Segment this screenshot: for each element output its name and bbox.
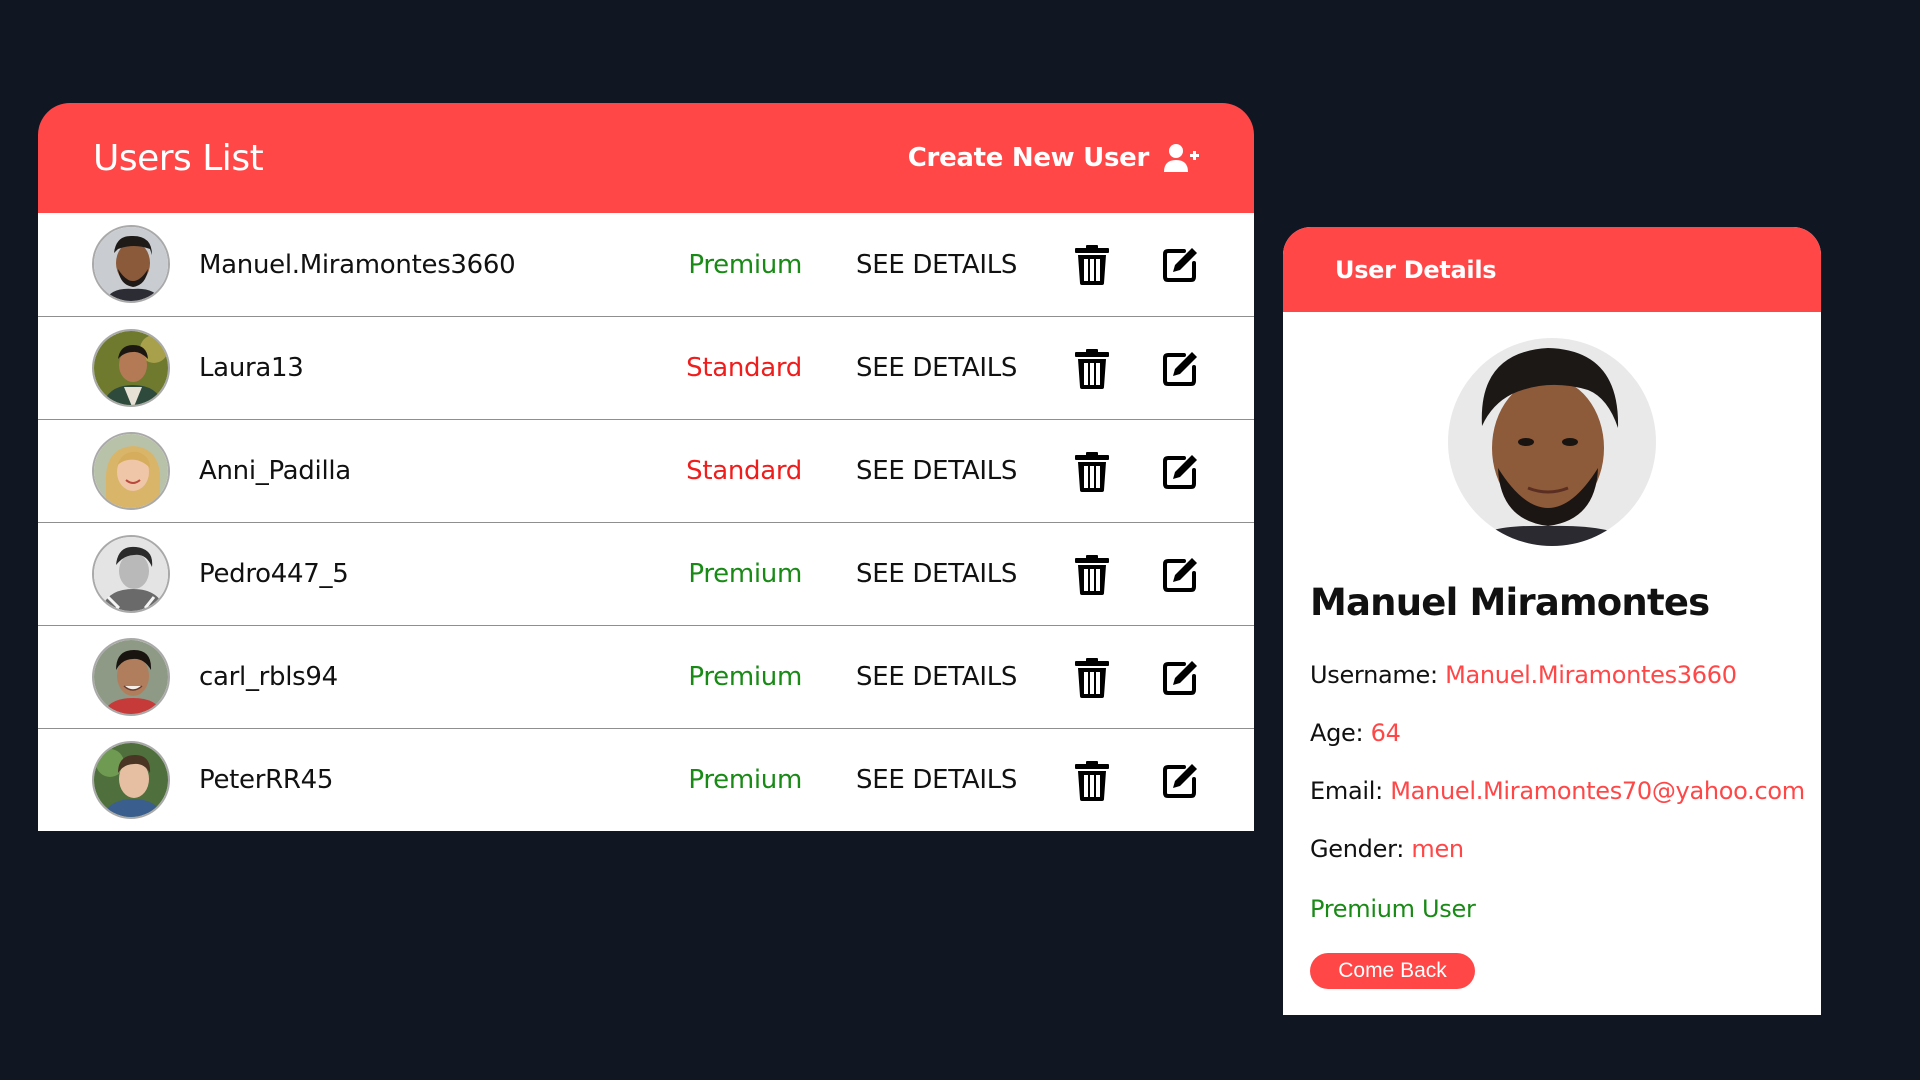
create-user-label: Create New User [907,143,1150,173]
users-list-header: Users List Create New User [38,103,1254,213]
see-details-button[interactable]: SEE DETAILS [856,353,1017,383]
see-details-button[interactable]: SEE DETAILS [856,559,1017,589]
username: Anni_Padilla [199,456,351,486]
edit-icon[interactable] [1162,245,1200,283]
email-label: Email: [1310,777,1383,805]
detail-username: Username: Manuel.Miramontes3660 [1310,661,1737,689]
detail-gender: Gender: men [1310,835,1464,863]
table-row: carl_rbls94 Premium SEE DETAILS [38,625,1254,728]
age-value: 64 [1370,719,1401,747]
edit-icon[interactable] [1162,761,1200,799]
table-row: PeterRR45 Premium SEE DETAILS [38,728,1254,831]
age-label: Age: [1310,719,1364,747]
trash-icon[interactable] [1074,555,1110,595]
detail-age: Age: 64 [1310,719,1401,747]
table-row: Laura13 Standard SEE DETAILS [38,316,1254,419]
gender-value: men [1411,835,1464,863]
create-new-user-button[interactable]: Create New User [908,143,1199,173]
profile-photo [1448,338,1656,546]
user-details-panel: User Details Manuel Miramontes Username:… [1283,227,1821,1015]
username: carl_rbls94 [199,662,338,692]
users-list-panel: Users List Create New User Manuel.Miramo… [38,103,1254,831]
username: Manuel.Miramontes3660 [199,249,516,280]
plan-badge: Standard [686,353,802,383]
plan-badge: Premium [688,249,802,280]
username-label: Username: [1310,661,1438,689]
see-details-button[interactable]: SEE DETAILS [856,765,1017,795]
edit-icon[interactable] [1162,658,1200,696]
status-badge: Premium User [1310,895,1476,923]
avatar [92,432,170,510]
table-row: Anni_Padilla Standard SEE DETAILS [38,419,1254,522]
users-list: Manuel.Miramontes3660 Premium SEE DETAIL… [38,213,1254,831]
avatar [92,638,170,716]
edit-icon[interactable] [1162,452,1200,490]
plan-badge: Premium [688,662,802,692]
trash-icon[interactable] [1074,349,1110,389]
see-details-button[interactable]: SEE DETAILS [856,662,1017,692]
user-full-name: Manuel Miramontes [1310,581,1710,624]
trash-icon[interactable] [1074,452,1110,492]
trash-icon[interactable] [1074,658,1110,698]
trash-icon[interactable] [1074,761,1110,801]
table-row: Manuel.Miramontes3660 Premium SEE DETAIL… [38,213,1254,316]
avatar [92,225,170,303]
username-value: Manuel.Miramontes3660 [1445,661,1737,689]
username: PeterRR45 [199,765,334,795]
table-row: Pedro447_5 Premium SEE DETAILS [38,522,1254,625]
edit-icon[interactable] [1162,555,1200,593]
gender-label: Gender: [1310,835,1405,863]
plan-badge: Premium [688,765,802,795]
trash-icon[interactable] [1074,245,1110,285]
avatar [92,329,170,407]
avatar [92,741,170,819]
see-details-button[interactable]: SEE DETAILS [856,250,1017,280]
see-details-button[interactable]: SEE DETAILS [856,456,1017,486]
plan-badge: Standard [686,456,802,486]
username: Pedro447_5 [199,559,349,589]
plan-badge: Premium [688,559,802,589]
avatar [92,535,170,613]
come-back-button[interactable]: Come Back [1310,953,1475,989]
user-details-header: User Details [1283,227,1821,312]
detail-email: Email: Manuel.Miramontes70@yahoo.com [1310,777,1805,805]
edit-icon[interactable] [1162,349,1200,387]
page-title: Users List [93,137,264,179]
user-plus-icon [1164,144,1199,172]
email-value: Manuel.Miramontes70@yahoo.com [1390,777,1805,805]
username: Laura13 [199,353,304,383]
